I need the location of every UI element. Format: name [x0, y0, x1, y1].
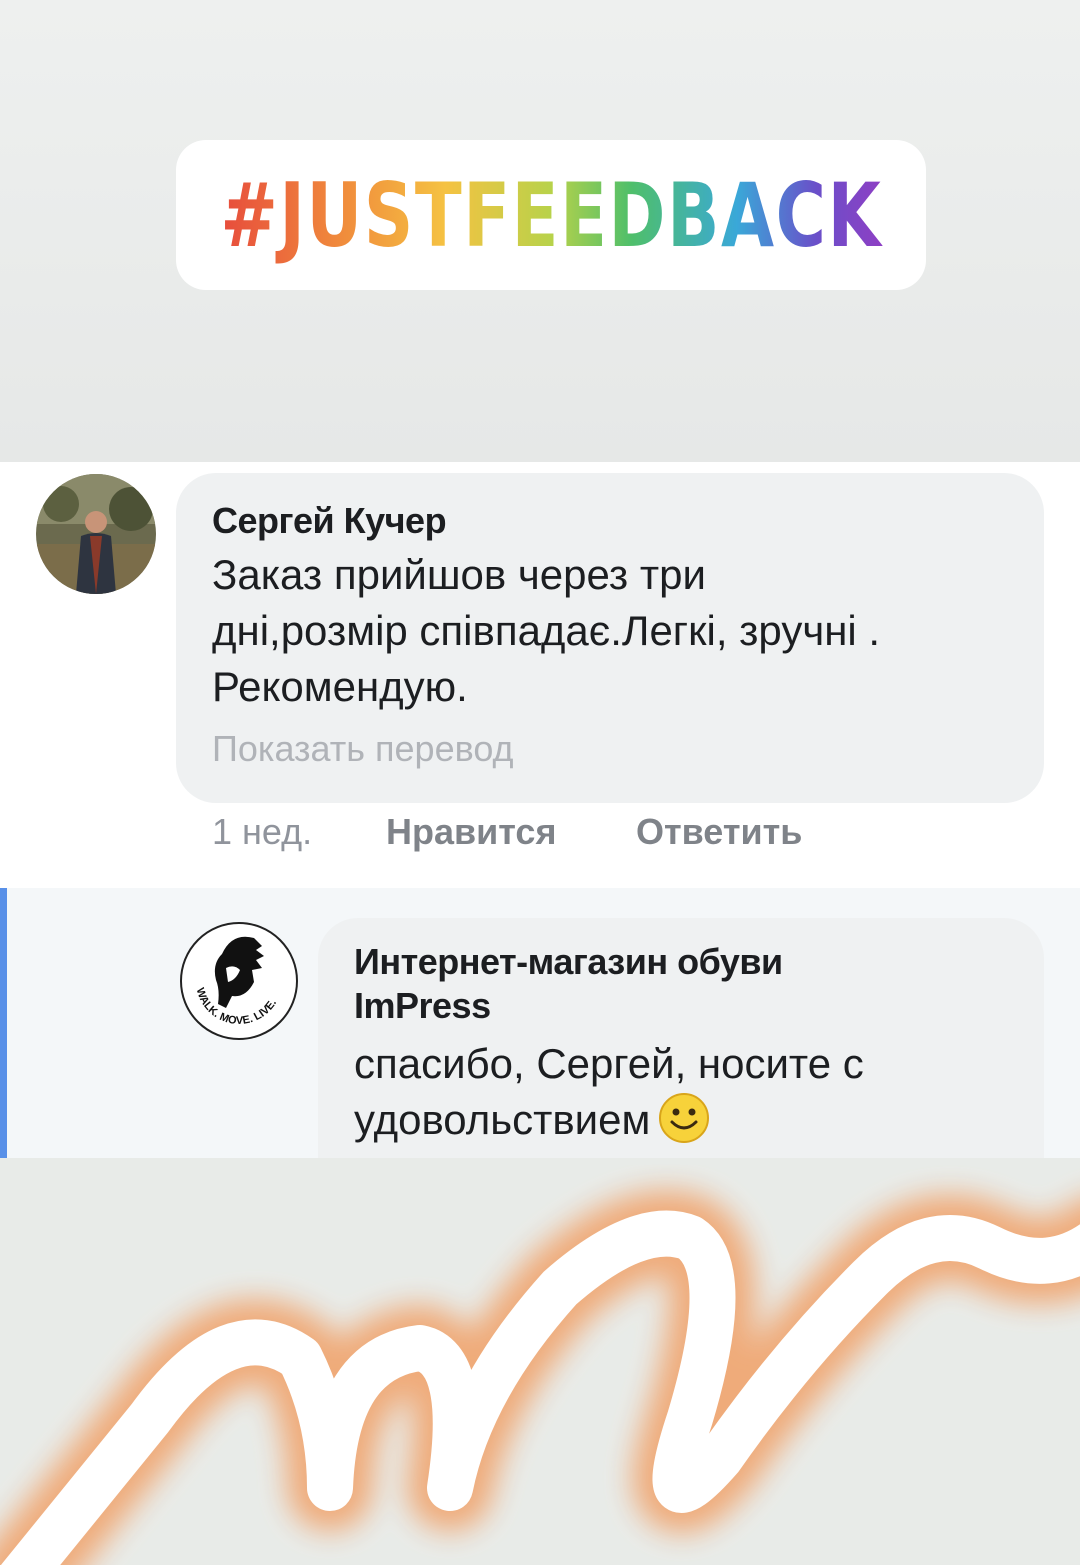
- comment-text-line: Заказ прийшов через три: [212, 551, 706, 598]
- reply-author-line: ImPress: [354, 985, 491, 1026]
- user-photo-icon: [36, 474, 156, 594]
- reply-indicator-bar: [0, 888, 7, 1158]
- shop-logo-icon: WALK. MOVE. LIVE.: [184, 926, 294, 1036]
- shop-avatar[interactable]: WALK. MOVE. LIVE.: [180, 922, 298, 1040]
- reply-text-fragment: удовольствием: [354, 1096, 651, 1143]
- comment-actions: 1 нед. Нравится Ответить: [212, 810, 802, 854]
- comment-text-line: дні,розмір співпадає.Легкі, зручні .: [212, 607, 881, 654]
- comment-text: Заказ прийшов через три дні,розмір співп…: [212, 547, 1008, 715]
- show-translation-link[interactable]: Показать перевод: [212, 727, 1008, 771]
- reply-author[interactable]: Интернет-магазин обуви ImPress: [354, 940, 1008, 1028]
- brush-stroke-drawing: [0, 1190, 1080, 1565]
- hashtag-text: #JUSTFEEDBACK: [220, 163, 882, 267]
- comment-bubble: Сергей Кучер Заказ прийшов через три дні…: [176, 473, 1044, 803]
- comment-timestamp: 1 нед.: [212, 811, 313, 852]
- reply-text-line: спасибо, Сергей, носите с: [354, 1040, 864, 1087]
- comment-screenshot: Сергей Кучер Заказ прийшов через три дні…: [0, 462, 1080, 1158]
- avatar[interactable]: [36, 474, 156, 594]
- reply-bubble: Интернет-магазин обуви ImPress спасибо, …: [318, 918, 1044, 1158]
- smiley-emoji-icon: [659, 1093, 710, 1143]
- reply-text-line: удовольствием: [354, 1092, 1008, 1148]
- comment-text-line: Рекомендую.: [212, 663, 468, 710]
- reply-author-line: Интернет-магазин обуви: [354, 941, 783, 982]
- comment-author[interactable]: Сергей Кучер: [212, 499, 1008, 543]
- hashtag-sticker[interactable]: #JUSTFEEDBACK: [176, 140, 926, 290]
- like-button[interactable]: Нравится: [386, 810, 636, 854]
- brush-drawing-area: [0, 1158, 1080, 1565]
- reply-text: спасибо, Сергей, носите с удовольствием: [354, 1036, 1008, 1148]
- reply-button[interactable]: Ответить: [636, 810, 802, 854]
